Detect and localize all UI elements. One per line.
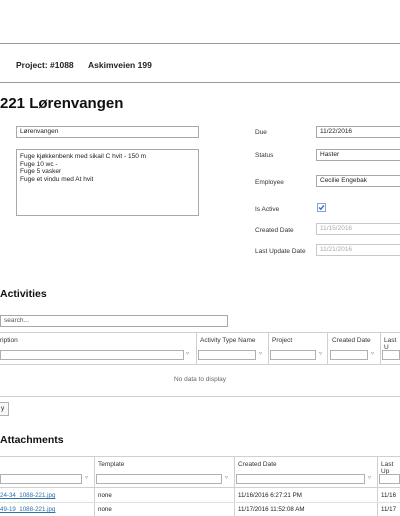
funnel-icon[interactable]: ▿ [319, 350, 322, 357]
col-divider [377, 456, 378, 516]
col-divider [327, 332, 328, 365]
header-divider [0, 82, 400, 83]
filter-template-input[interactable] [96, 474, 222, 484]
col-att-created-date[interactable]: Created Date [238, 461, 277, 468]
project-address: Askimveien 199 [88, 60, 152, 70]
activities-empty-text: No data to display [173, 376, 227, 383]
employee-select[interactable]: Cecilie Engebak [316, 175, 400, 187]
col-divider [196, 332, 197, 365]
funnel-icon[interactable]: ▿ [186, 350, 189, 357]
col-divider [268, 332, 269, 365]
attachment-created: 11/16/2016 6:27:21 PM [238, 492, 302, 499]
funnel-icon[interactable]: ▿ [259, 350, 262, 357]
due-label: Due [255, 129, 267, 136]
attachments-header-bottom [0, 487, 400, 488]
notes-line: Fuge et vindu med At hvit [20, 175, 94, 183]
funnel-icon[interactable]: ▿ [371, 350, 374, 357]
filter-created-date-input[interactable] [330, 350, 368, 360]
project-number: Project: #1088 [16, 60, 74, 70]
page-title: 221 Lørenvangen [0, 95, 124, 112]
attachments-heading: Attachments [0, 434, 64, 446]
filter-file-input[interactable] [0, 474, 82, 484]
attachment-template: none [98, 492, 112, 499]
col-last-update[interactable]: Last U [384, 337, 400, 351]
col-created-date[interactable]: Created Date [332, 337, 371, 344]
filter-att-last-input[interactable] [379, 474, 400, 484]
filter-activity-type-input[interactable] [198, 350, 256, 360]
created-date-label: Created Date [255, 227, 294, 234]
is-active-label: Is Active [255, 206, 280, 213]
status-select[interactable]: Haster [316, 149, 400, 161]
notes-textarea[interactable]: Fuge kjøkkenbenk med sikail C hvit - 150… [16, 149, 199, 216]
last-update-label: Last Update Date [255, 248, 306, 255]
attachment-created: 11/17/2016 11:52:08 AM [238, 506, 305, 513]
funnel-icon[interactable]: ▿ [85, 474, 88, 481]
attachments-grid-top [0, 456, 400, 457]
col-template[interactable]: Template [98, 461, 124, 468]
created-date-input: 11/15/2016 [316, 223, 400, 235]
name-input[interactable]: Lørenvangen [16, 126, 199, 138]
col-activity-type[interactable]: Activity Type Name [200, 337, 256, 344]
attachment-file-link[interactable]: 24-34_1088-221.jpg [0, 492, 55, 499]
col-att-last-update[interactable]: Last Up [381, 461, 400, 475]
notes-line: Fuge 5 vasker [20, 168, 62, 176]
is-active-checkbox[interactable] [317, 203, 326, 212]
filter-att-created-input[interactable] [236, 474, 365, 484]
notes-line: Fuge kjøkkenbenk med sikail C hvit - 150… [20, 153, 147, 160]
activities-heading: Activities [0, 288, 47, 300]
attachment-last-update: 11/17 [381, 506, 397, 513]
notes-line: Fuge 10 wc - [20, 160, 58, 168]
table-row-divider [0, 502, 400, 503]
funnel-icon[interactable]: ▿ [225, 474, 228, 481]
activities-search-input[interactable]: search... [0, 315, 228, 327]
filter-description-input[interactable] [0, 350, 184, 360]
top-divider [0, 43, 400, 44]
activities-header-bottom [0, 364, 400, 365]
col-project[interactable]: Project [272, 337, 292, 344]
activities-grid-top [0, 332, 400, 333]
employee-label: Employee [255, 179, 284, 186]
due-date-input[interactable]: 11/22/2016 [316, 126, 400, 138]
status-label: Status [255, 152, 274, 159]
filter-project-input[interactable] [270, 350, 316, 360]
col-divider [380, 332, 381, 365]
activities-grid-bottom [0, 396, 400, 397]
col-divider [234, 456, 235, 516]
attachment-file-link[interactable]: 49-19_1088-221.jpg [0, 506, 55, 513]
filter-last-update-input[interactable] [382, 350, 400, 360]
funnel-icon[interactable]: ▿ [368, 474, 371, 481]
col-divider [94, 456, 95, 516]
last-update-input: 11/21/2016 [316, 244, 400, 256]
col-description[interactable]: ription [0, 337, 18, 344]
attachment-last-update: 11/16 [381, 492, 397, 499]
activities-action-button[interactable]: y [0, 402, 9, 416]
attachment-template: none [98, 506, 112, 513]
checkmark-icon [318, 204, 325, 211]
